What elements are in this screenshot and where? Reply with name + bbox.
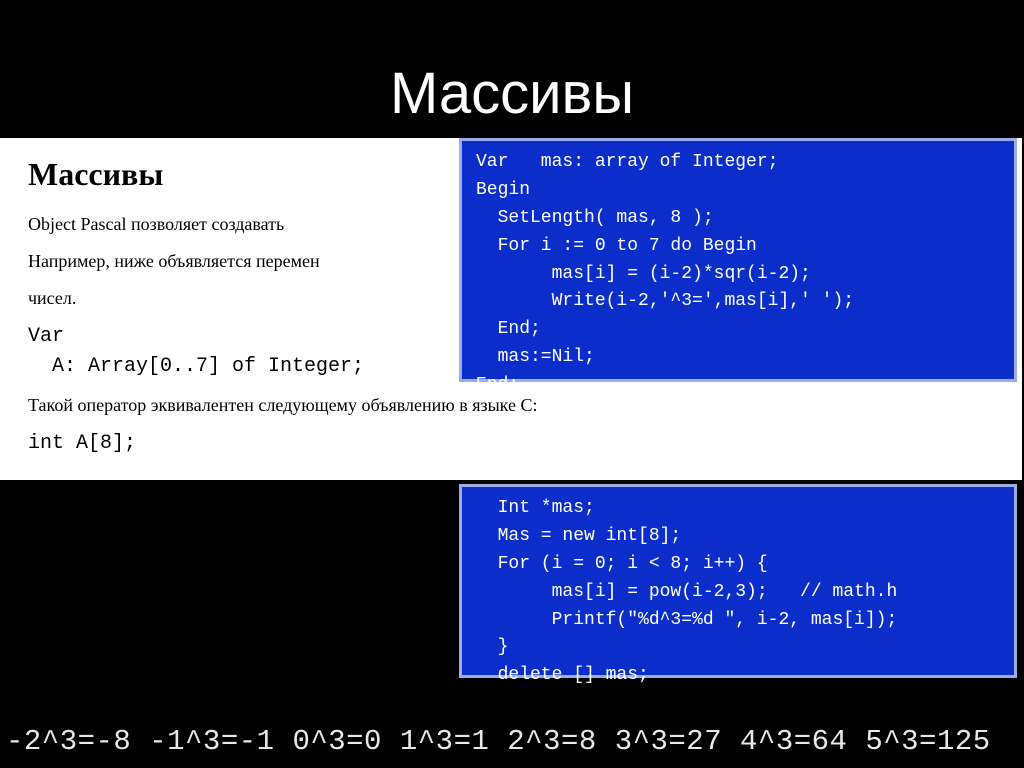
pascal-l8: mas:=Nil;: [476, 347, 595, 367]
doc-code-1-l2: A: Array[0..7] of Integer;: [28, 355, 364, 378]
c-l7: delete [] mas;: [476, 665, 649, 685]
c-l2: Mas = new int[8];: [476, 526, 681, 546]
doc-code-2: int A[8];: [28, 429, 994, 459]
pascal-l5: mas[i] = (i-2)*sqr(i-2);: [476, 264, 811, 284]
output-bar: -2^3=-8 -1^3=-1 0^3=0 1^3=1 2^3=8 3^3=27…: [6, 725, 1018, 758]
pascal-l7: End;: [476, 319, 541, 339]
c-l4: mas[i] = pow(i-2,3); // math.h: [476, 582, 897, 602]
pascal-l1: Var mas: array of Integer;: [476, 152, 778, 172]
pascal-l3: SetLength( mas, 8 );: [476, 208, 714, 228]
doc-code-1-l1: Var: [28, 325, 64, 348]
c-l3: For (i = 0; i < 8; i++) {: [476, 554, 768, 574]
pascal-code-box: Var mas: array of Integer; Begin SetLeng…: [459, 138, 1017, 382]
slide-title: Массивы: [0, 60, 1024, 127]
doc-para-1a: Object Pascal позволяет создавать: [28, 214, 284, 234]
c-code-box: Int *mas; Mas = new int[8]; For (i = 0; …: [459, 484, 1017, 678]
doc-para-2a: Например, ниже объявляется перемен: [28, 251, 320, 271]
c-l1: Int *mas;: [476, 498, 595, 518]
pascal-l6: Write(i-2,'^3=',mas[i],' ');: [476, 291, 854, 311]
c-l5: Printf("%d^3=%d ", i-2, mas[i]);: [476, 610, 897, 630]
pascal-l2: Begin: [476, 180, 530, 200]
pascal-l4: For i := 0 to 7 do Begin: [476, 236, 757, 256]
c-l6: }: [476, 637, 508, 657]
pascal-l9: End;: [476, 375, 519, 395]
